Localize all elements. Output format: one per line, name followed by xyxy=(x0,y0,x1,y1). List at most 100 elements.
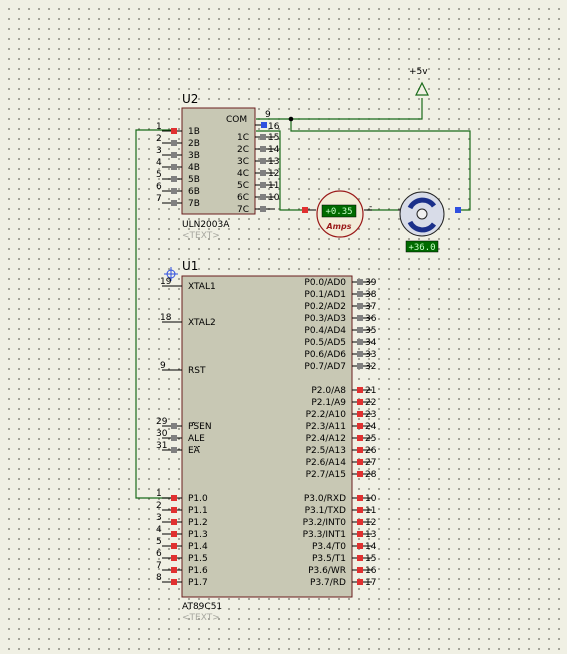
u2-pin-12[interactable] xyxy=(260,170,266,176)
u1-pin-8[interactable] xyxy=(171,579,177,585)
u1-pin-21[interactable] xyxy=(357,387,363,393)
u2-com-pin-square[interactable] xyxy=(261,122,267,128)
u1-pin-4[interactable] xyxy=(171,531,177,537)
u1-pin-25[interactable] xyxy=(357,435,363,441)
u1-pin-32[interactable] xyxy=(357,363,363,369)
u2-pin-15[interactable] xyxy=(260,134,266,140)
u1-pin-12[interactable] xyxy=(357,519,363,525)
u1-pin-28[interactable] xyxy=(357,471,363,477)
u2-pin-num: 15 xyxy=(268,133,279,143)
u1-pin-label: P0.3/AD3 xyxy=(304,314,346,324)
u1-pin-num: 11 xyxy=(365,506,376,516)
motor-terminal[interactable] xyxy=(455,207,461,213)
u1-pin-24[interactable] xyxy=(357,423,363,429)
u1-pin-label: P1.3 xyxy=(188,530,208,540)
u2-pin-num: 1 xyxy=(156,122,162,132)
u2-pin-label: 1B xyxy=(188,127,200,137)
u2-pin-13[interactable] xyxy=(260,158,266,164)
schematic-svg[interactable]: +5v U2 COM 9 16 ULN2003A <TEXT> 1 1B2 2B3 3… xyxy=(0,0,567,654)
u2-pin-10[interactable] xyxy=(260,194,266,200)
u1-pin-label: P1.0 xyxy=(188,494,208,504)
motor-shaft-icon xyxy=(416,208,428,220)
u1-pin-30[interactable] xyxy=(171,435,177,441)
u1-pin-23[interactable] xyxy=(357,411,363,417)
u1-pin-36[interactable] xyxy=(357,315,363,321)
u2-pin-6[interactable] xyxy=(260,206,266,212)
u1-pin-num: 36 xyxy=(365,314,377,324)
wire-com-motor[interactable] xyxy=(290,119,471,211)
u1-pin-num: 32 xyxy=(365,362,376,372)
ammeter[interactable]: - +0.35 Amps xyxy=(302,190,372,238)
u1-pin-38[interactable] xyxy=(357,291,363,297)
u1-pin-3[interactable] xyxy=(171,519,177,525)
u1-pin-33[interactable] xyxy=(357,351,363,357)
u1-pin-22[interactable] xyxy=(357,399,363,405)
u1-part: AT89C51 xyxy=(182,602,222,612)
u1-pin-34[interactable] xyxy=(357,339,363,345)
u2-pin-num: 2 xyxy=(156,134,162,144)
u1-pin-num: 18 xyxy=(160,313,172,323)
u2-pin-label: 6B xyxy=(188,187,200,197)
u1-chip[interactable]: U1 AT89C51 <TEXT> 19 XTAL118 XTAL29 RST29 PS… xyxy=(156,259,377,623)
u1-pin-label: P1.4 xyxy=(188,542,208,552)
u2-com-pin-num: 16 xyxy=(268,122,280,132)
u2-pin-num: 4 xyxy=(156,158,162,168)
ammeter-pos-terminal[interactable] xyxy=(302,207,308,213)
u1-pin-26[interactable] xyxy=(357,447,363,453)
u2-left-pins: 1 1B 2 2B 3 3B 4 4B 5 5B 6 6B 7 7B xyxy=(156,122,200,209)
u1-pin-num: 21 xyxy=(365,386,376,396)
u2-pin-5[interactable] xyxy=(171,176,177,182)
u1-pin-14[interactable] xyxy=(357,543,363,549)
u1-pin-16[interactable] xyxy=(357,567,363,573)
u2-pin-2[interactable] xyxy=(171,140,177,146)
u1-pin-num: 8 xyxy=(156,573,162,583)
u2-pin-6[interactable] xyxy=(171,188,177,194)
u1-pin-num: 15 xyxy=(365,554,376,564)
u1-pin-label: P1.6 xyxy=(188,566,208,576)
u2-pin-11[interactable] xyxy=(260,182,266,188)
ammeter-reading: +0.35 xyxy=(325,207,352,217)
u1-pin-5[interactable] xyxy=(171,543,177,549)
u2-pin-label: 3B xyxy=(188,151,200,161)
u1-pin-num: 27 xyxy=(365,458,376,468)
u1-pin-11[interactable] xyxy=(357,507,363,513)
u1-pin-37[interactable] xyxy=(357,303,363,309)
u1-pin-label: P0.5/AD5 xyxy=(304,338,346,348)
u1-pin-num: 10 xyxy=(365,494,377,504)
u1-pin-num: 26 xyxy=(365,446,377,456)
u1-pin-6[interactable] xyxy=(171,555,177,561)
u1-pin-35[interactable] xyxy=(357,327,363,333)
u1-pin-1[interactable] xyxy=(171,495,177,501)
u2-pin-label: 2C xyxy=(237,145,249,155)
u1-pin-label: P1.7 xyxy=(188,578,208,588)
u1-pin-29[interactable] xyxy=(171,423,177,429)
u1-pin-label: P0.6/AD6 xyxy=(304,350,346,360)
u1-pin-label: P0.1/AD1 xyxy=(304,290,346,300)
u2-com-label: COM xyxy=(226,115,247,125)
u1-pin-39[interactable] xyxy=(357,279,363,285)
dc-motor[interactable]: +36.0 xyxy=(398,191,461,253)
u2-pin-1[interactable] xyxy=(171,128,177,134)
u2-pin-14[interactable] xyxy=(260,146,266,152)
u1-pin-2[interactable] xyxy=(171,507,177,513)
u2-pin-4[interactable] xyxy=(171,164,177,170)
u1-pin-31[interactable] xyxy=(171,447,177,453)
u2-pin-label: 2B xyxy=(188,139,200,149)
u1-pin-13[interactable] xyxy=(357,531,363,537)
u1-pin-label: PSEN xyxy=(188,422,212,432)
wire-com-supply[interactable] xyxy=(256,98,423,120)
u1-pin-num: 12 xyxy=(365,518,376,528)
u2-pin-label: 4C xyxy=(237,169,249,179)
u1-pin-15[interactable] xyxy=(357,555,363,561)
u2-chip[interactable]: U2 COM 9 16 ULN2003A <TEXT> 1 1B 2 2B 3 3B 4 4B… xyxy=(156,92,280,241)
u1-pin-10[interactable] xyxy=(357,495,363,501)
u1-pin-num: 13 xyxy=(365,530,376,540)
u1-pin-27[interactable] xyxy=(357,459,363,465)
u1-pin-17[interactable] xyxy=(357,579,363,585)
u2-pin-3[interactable] xyxy=(171,152,177,158)
u1-pin-7[interactable] xyxy=(171,567,177,573)
supply-terminal[interactable]: +5v xyxy=(409,67,429,96)
u1-pin-label: P3.5/T1 xyxy=(312,554,346,564)
u1-pin-num: 4 xyxy=(156,525,162,535)
u2-pin-7[interactable] xyxy=(171,200,177,206)
